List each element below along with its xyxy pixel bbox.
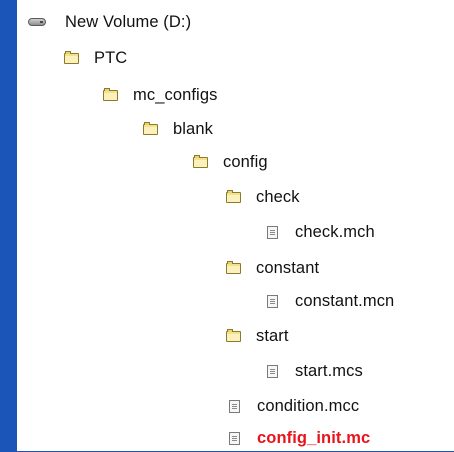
file-icon — [267, 225, 278, 239]
tree-item-constant-mcn[interactable]: constant.mcn — [267, 287, 394, 315]
tree-item-blank[interactable]: blank — [143, 115, 213, 143]
tree-item-condition-mcc[interactable]: condition.mcc — [229, 392, 359, 420]
file-icon — [229, 431, 240, 445]
folder-icon — [226, 260, 241, 274]
folder-icon — [193, 154, 208, 168]
tree-item-config-init-mc[interactable]: config_init.mc — [229, 424, 370, 452]
tree-item-check-mch[interactable]: check.mch — [267, 218, 375, 246]
tree-item-label: start.mcs — [295, 361, 363, 380]
tree-item-label: New Volume (D:) — [65, 12, 192, 31]
tree-item-label: blank — [173, 119, 213, 138]
file-icon — [267, 294, 278, 308]
drive-icon — [28, 18, 46, 26]
folder-icon — [226, 328, 241, 342]
tree-item-mc-configs[interactable]: mc_configs — [103, 81, 217, 109]
tree-item-label: PTC — [94, 48, 128, 67]
folder-icon — [103, 87, 118, 101]
tree-item-label: config — [223, 152, 268, 171]
tree-item-label: start — [256, 326, 289, 345]
folder-icon — [143, 121, 158, 135]
tree-item-label-highlighted: config_init.mc — [257, 428, 371, 447]
folder-tree-panel: New Volume (D:) PTC mc_configs blank con… — [17, 0, 454, 451]
tree-item-start-mcs[interactable]: start.mcs — [267, 357, 363, 385]
tree-item-drive[interactable]: New Volume (D:) — [28, 8, 191, 36]
tree-item-start[interactable]: start — [226, 322, 289, 350]
tree-item-check[interactable]: check — [226, 183, 300, 211]
folder-icon — [226, 189, 241, 203]
tree-item-label: constant — [256, 258, 320, 277]
tree-item-config[interactable]: config — [193, 148, 268, 176]
folder-icon — [64, 50, 79, 64]
tree-item-label: condition.mcc — [257, 396, 360, 415]
tree-item-label: mc_configs — [133, 85, 218, 104]
file-icon — [267, 364, 278, 378]
file-icon — [229, 399, 240, 413]
tree-item-constant[interactable]: constant — [226, 254, 319, 282]
tree-item-label: check — [256, 187, 300, 206]
tree-item-ptc[interactable]: PTC — [64, 44, 127, 72]
tree-item-label: constant.mcn — [295, 291, 395, 310]
tree-item-label: check.mch — [295, 222, 375, 241]
